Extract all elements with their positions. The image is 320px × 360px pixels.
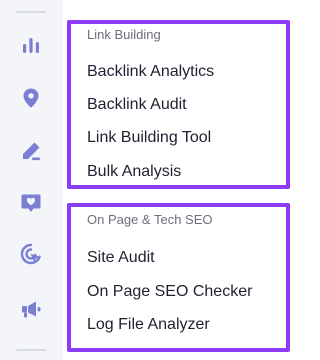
section-title: On Page & Tech SEO bbox=[87, 212, 213, 227]
rail-divider-top bbox=[16, 11, 46, 13]
section-on-page-tech-seo: On Page & Tech SEO Site Audit On Page SE… bbox=[67, 203, 290, 352]
megaphone-icon[interactable] bbox=[19, 297, 43, 321]
menu-item-backlink-analytics[interactable]: Backlink Analytics bbox=[87, 63, 214, 81]
menu-item-bulk-analysis[interactable]: Bulk Analysis bbox=[87, 163, 181, 181]
bar-chart-icon[interactable] bbox=[19, 34, 43, 58]
section-title: Link Building bbox=[87, 27, 161, 42]
menu-item-site-audit[interactable]: Site Audit bbox=[87, 249, 155, 267]
location-pin-icon[interactable] bbox=[19, 86, 43, 110]
pencil-icon[interactable] bbox=[19, 139, 43, 163]
menu-item-log-file-analyzer[interactable]: Log File Analyzer bbox=[87, 316, 210, 334]
icon-rail bbox=[0, 0, 64, 360]
menu-item-on-page-seo-checker[interactable]: On Page SEO Checker bbox=[87, 283, 252, 301]
section-link-building: Link Building Backlink Analytics Backlin… bbox=[67, 20, 290, 189]
rail-divider-bottom bbox=[16, 349, 46, 351]
menu-item-link-building-tool[interactable]: Link Building Tool bbox=[87, 129, 211, 147]
menu-item-backlink-audit[interactable]: Backlink Audit bbox=[87, 96, 187, 114]
heart-chat-icon[interactable] bbox=[19, 191, 43, 215]
target-cursor-icon[interactable] bbox=[19, 242, 43, 266]
submenu-panel: Link Building Backlink Analytics Backlin… bbox=[63, 0, 308, 360]
